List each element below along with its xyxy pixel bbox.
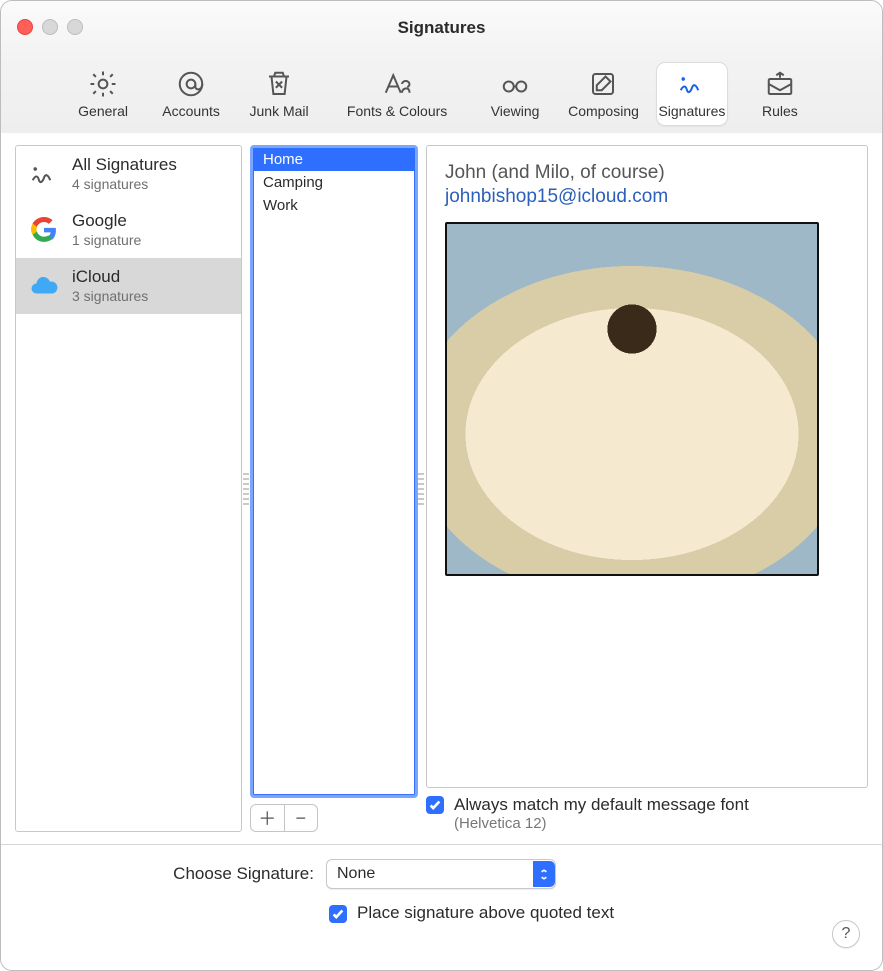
check-icon (428, 798, 442, 812)
signature-item[interactable]: Work (253, 194, 415, 217)
tab-label: Viewing (491, 103, 540, 119)
place-above-label: Place signature above quoted text (357, 903, 614, 923)
account-google[interactable]: Google 1 signature (16, 202, 241, 258)
tab-label: General (78, 103, 128, 119)
place-above-row: Place signature above quoted text (329, 903, 864, 923)
check-icon (331, 907, 345, 921)
tab-junk-mail[interactable]: Junk Mail (244, 63, 314, 125)
signature-name-line: John (and Milo, of course) (445, 162, 849, 184)
tab-rules[interactable]: Rules (745, 63, 815, 125)
glasses-icon (500, 69, 530, 99)
add-remove-control: ＋ − (250, 804, 318, 832)
preview-column: John (and Milo, of course) johnbishop15@… (426, 145, 868, 832)
signature-item[interactable]: Camping (253, 171, 415, 194)
main-panel: All Signatures 4 signatures Google 1 sig… (1, 133, 882, 845)
tab-label: Rules (762, 103, 798, 119)
tab-label: Composing (568, 103, 639, 119)
google-icon (26, 212, 62, 248)
trash-icon (264, 69, 294, 99)
account-name: Google (72, 212, 141, 231)
tab-viewing[interactable]: Viewing (480, 63, 550, 125)
zoom-window-button[interactable] (67, 19, 83, 35)
window-title: Signatures (398, 18, 486, 38)
signatures-preferences-window: Signatures General Accounts Junk Mail Fo… (0, 0, 883, 971)
match-font-label: Always match my default message font (454, 794, 749, 815)
account-count: 4 signatures (72, 177, 177, 192)
signature-image (445, 222, 819, 576)
match-font-row: Always match my default message font (He… (426, 794, 868, 832)
account-name: All Signatures (72, 156, 177, 175)
resize-handle[interactable] (418, 473, 424, 505)
choose-signature-label: Choose Signature: (139, 864, 314, 884)
tab-accounts[interactable]: Accounts (156, 63, 226, 125)
signature-column: Home Camping Work ＋ − (250, 145, 418, 832)
account-icloud[interactable]: iCloud 3 signatures (16, 258, 241, 314)
account-count: 3 signatures (72, 289, 148, 304)
signature-icon (677, 69, 707, 99)
match-font-detail: (Helvetica 12) (454, 815, 749, 832)
tab-fonts-colours[interactable]: Fonts & Colours (332, 63, 462, 125)
account-all-signatures[interactable]: All Signatures 4 signatures (16, 146, 241, 202)
account-count: 1 signature (72, 233, 141, 248)
add-signature-button[interactable]: ＋ (251, 805, 285, 831)
choose-signature-select[interactable]: None (326, 859, 556, 889)
match-font-checkbox[interactable] (426, 796, 444, 814)
question-icon: ? (842, 925, 851, 943)
icloud-icon (26, 268, 62, 304)
signature-list[interactable]: Home Camping Work (250, 145, 418, 798)
remove-signature-button[interactable]: − (285, 805, 318, 831)
signature-email-line: johnbishop15@icloud.com (445, 186, 849, 208)
stepper-icon (533, 861, 555, 887)
tab-label: Fonts & Colours (347, 103, 447, 119)
choose-signature-row: Choose Signature: None (139, 859, 864, 889)
rules-icon (765, 69, 795, 99)
at-icon (176, 69, 206, 99)
tab-label: Accounts (162, 103, 220, 119)
accounts-list: All Signatures 4 signatures Google 1 sig… (15, 145, 242, 832)
signature-preview[interactable]: John (and Milo, of course) johnbishop15@… (426, 145, 868, 788)
place-above-checkbox[interactable] (329, 905, 347, 923)
resize-handle[interactable] (243, 473, 249, 505)
titlebar: Signatures (1, 1, 882, 55)
window-controls (17, 19, 83, 35)
close-window-button[interactable] (17, 19, 33, 35)
gear-icon (88, 69, 118, 99)
account-name: iCloud (72, 268, 148, 287)
preferences-toolbar: General Accounts Junk Mail Fonts & Colou… (1, 55, 882, 134)
plus-icon: ＋ (258, 805, 276, 831)
tab-general[interactable]: General (68, 63, 138, 125)
tab-label: Junk Mail (250, 103, 309, 119)
compose-icon (588, 69, 618, 99)
signature-item[interactable]: Home (253, 148, 415, 171)
select-value: None (337, 865, 375, 883)
tab-signatures[interactable]: Signatures (657, 63, 727, 125)
minus-icon: − (295, 808, 306, 829)
font-icon (382, 69, 412, 99)
footer-panel: Choose Signature: None Place signature a… (1, 845, 882, 970)
tab-label: Signatures (658, 103, 725, 119)
tab-composing[interactable]: Composing (568, 63, 639, 125)
signature-icon (26, 156, 62, 192)
help-button[interactable]: ? (832, 920, 860, 948)
minimize-window-button[interactable] (42, 19, 58, 35)
